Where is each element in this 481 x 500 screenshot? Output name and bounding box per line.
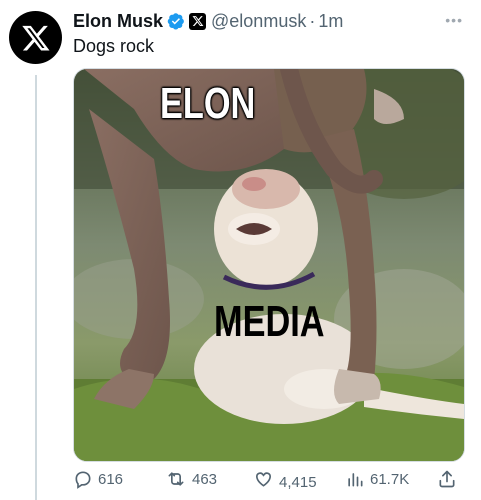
like-button[interactable]: 4,415	[253, 469, 317, 491]
verified-badge-icon	[167, 12, 185, 30]
reply-button[interactable]: 616	[73, 469, 123, 489]
meme-caption-top: ELON	[160, 79, 256, 128]
x-logo-icon	[21, 25, 49, 50]
action-bar: 616 463 4,415 61.7K	[73, 466, 469, 492]
repost-count: 463	[192, 470, 218, 488]
views-icon	[348, 473, 363, 487]
avatar[interactable]	[9, 11, 62, 64]
reply-count: 616	[98, 470, 124, 488]
meme-image	[74, 69, 464, 461]
share-icon	[439, 470, 455, 488]
share-button[interactable]	[437, 469, 457, 489]
meme-caption-bottom: MEDIA	[214, 297, 325, 346]
reply-icon	[75, 471, 91, 489]
tweet-header: Elon Musk @elonmusk · 1m	[73, 8, 471, 34]
author-name[interactable]: Elon Musk	[73, 11, 163, 32]
like-icon	[255, 472, 272, 487]
timestamp[interactable]: 1m	[318, 11, 343, 32]
tweet-media[interactable]: ELON MEDIA	[73, 68, 465, 462]
tweet-text: Dogs rock	[73, 36, 155, 56]
repost-button[interactable]: 463	[165, 469, 217, 489]
views-count: 61.7K	[370, 470, 410, 488]
like-count: 4,415	[279, 473, 317, 491]
author-handle[interactable]: @elonmusk	[211, 11, 306, 32]
separator-dot: ·	[309, 10, 316, 31]
repost-icon	[168, 472, 184, 486]
thread-line	[35, 75, 37, 500]
x-affiliate-badge-icon	[189, 12, 207, 30]
views-button[interactable]: 61.7K	[345, 469, 409, 489]
more-options-icon[interactable]: •••	[445, 13, 463, 27]
